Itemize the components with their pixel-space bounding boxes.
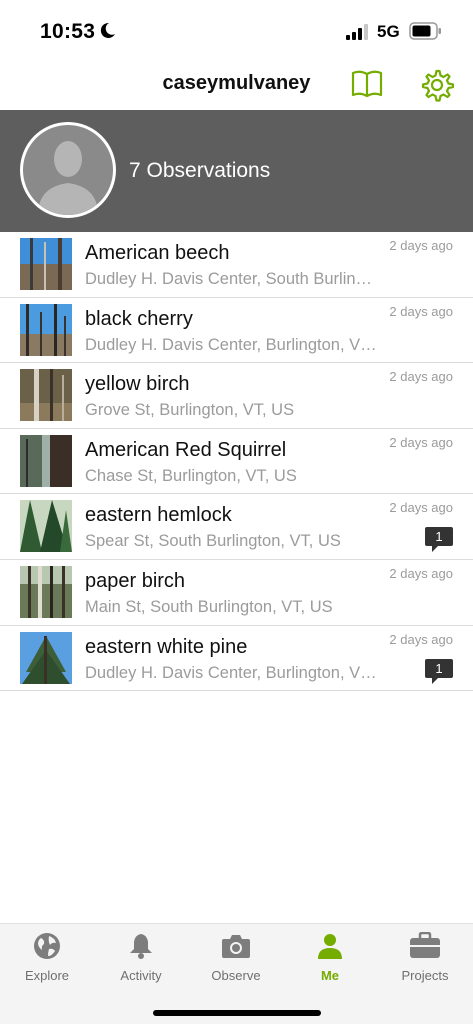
header: caseymulvaney	[0, 62, 473, 110]
camera-icon	[222, 935, 250, 958]
bell-icon	[130, 934, 152, 959]
observation-row[interactable]: eastern hemlock Spear St, South Burlingt…	[0, 494, 473, 560]
observation-name: American Red Squirrel	[85, 438, 287, 461]
username: caseymulvaney	[162, 72, 311, 94]
signal-icon	[346, 24, 368, 40]
observation-place: Dudley H. Davis Center, Burlington, VT, …	[85, 663, 377, 682]
observation-row[interactable]: American beech Dudley H. Davis Center, S…	[0, 232, 473, 298]
tab-projects[interactable]: Projects	[378, 924, 472, 994]
observation-name: black cherry	[85, 307, 193, 330]
observation-name: yellow birch	[85, 373, 190, 396]
observation-photo	[20, 369, 72, 422]
briefcase-icon	[410, 932, 440, 958]
tab-label: Explore	[24, 968, 70, 983]
status-bar: 10:53 5G	[0, 0, 473, 62]
tab-label: Activity	[120, 968, 162, 983]
observation-place: Dudley H. Davis Center, South Burlington…	[85, 270, 377, 288]
comment-count: 1	[435, 660, 443, 676]
tab-label: Me	[320, 968, 340, 983]
observation-photo	[20, 631, 72, 684]
moon-icon	[100, 22, 115, 38]
avatar[interactable]	[20, 122, 116, 218]
tab-activity[interactable]: Activity	[94, 924, 188, 994]
tab-me[interactable]: Me	[283, 924, 377, 994]
home-indicator	[153, 1010, 321, 1016]
comment-badge: 1	[424, 526, 454, 554]
observation-photo	[20, 434, 72, 487]
observation-date: 2 days ago	[389, 500, 453, 516]
observation-name: eastern white pine	[85, 635, 248, 658]
observation-date: 2 days ago	[389, 369, 453, 385]
default-avatar-icon	[38, 141, 98, 215]
status-time: 10:53	[40, 20, 96, 43]
tab-label: Projects	[401, 968, 449, 983]
observation-name: eastern hemlock	[85, 504, 232, 527]
comment-badge: 1	[424, 658, 454, 686]
gear-icon[interactable]	[420, 68, 454, 102]
tab-observe[interactable]: Observe	[189, 924, 283, 994]
observation-place: Spear St, South Burlington, VT, US	[85, 532, 341, 551]
observation-row[interactable]: American Red Squirrel Chase St, Burlingt…	[0, 429, 473, 495]
observation-photo	[20, 565, 72, 618]
observation-place: Main St, South Burlington, VT, US	[85, 597, 333, 616]
observation-photo	[20, 238, 72, 290]
observation-place: Chase St, Burlington, VT, US	[85, 466, 297, 485]
observation-row[interactable]: eastern white pine Dudley H. Davis Cente…	[0, 626, 473, 692]
observation-name: paper birch	[85, 569, 186, 592]
network-type: 5G	[377, 22, 400, 41]
observations-list: American beech Dudley H. Davis Center, S…	[0, 232, 473, 692]
person-icon	[318, 934, 342, 959]
observation-date: 2 days ago	[389, 565, 453, 581]
observations-count[interactable]: 7 Observations	[129, 159, 270, 183]
observation-date: 2 days ago	[389, 303, 453, 319]
observation-date: 2 days ago	[389, 238, 453, 253]
tab-explore[interactable]: Explore	[0, 924, 94, 994]
tab-bar: Explore Activity Observe Me Projects	[0, 923, 473, 1024]
observation-row[interactable]: yellow birch Grove St, Burlington, VT, U…	[0, 363, 473, 429]
battery-icon	[409, 22, 441, 40]
observation-place: Dudley H. Davis Center, Burlington, VT, …	[85, 335, 377, 354]
profile-banner: 7 Observations	[0, 110, 473, 232]
comment-count: 1	[435, 529, 443, 545]
observation-date: 2 days ago	[389, 434, 453, 450]
observation-date: 2 days ago	[389, 631, 453, 647]
book-icon[interactable]	[350, 68, 384, 100]
observation-row[interactable]: black cherry Dudley H. Davis Center, Bur…	[0, 298, 473, 364]
globe-icon	[34, 933, 60, 959]
observation-photo	[20, 500, 72, 553]
observation-name: American beech	[85, 242, 230, 264]
observation-photo	[20, 303, 72, 356]
observation-place: Grove St, Burlington, VT, US	[85, 401, 295, 420]
observation-row[interactable]: paper birch Main St, South Burlington, V…	[0, 560, 473, 626]
tab-label: Observe	[211, 968, 261, 983]
